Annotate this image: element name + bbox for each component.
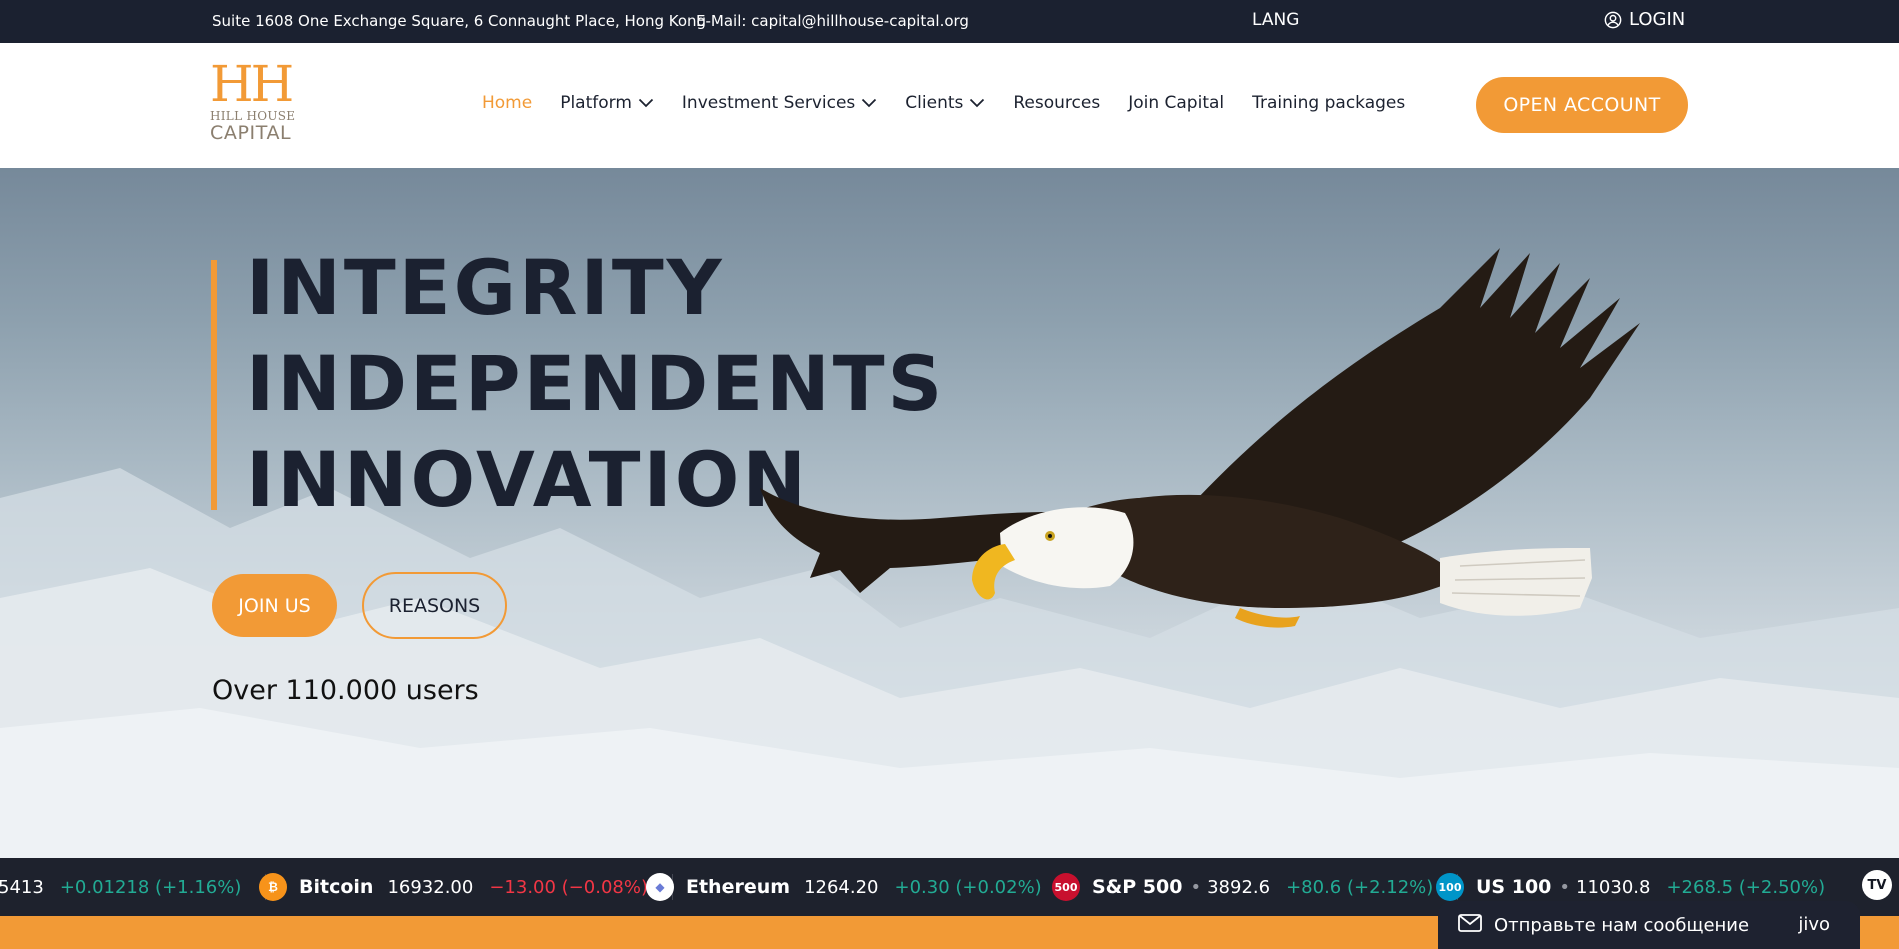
ticker-price: 16932.00 [387,876,474,898]
nav-item-platform[interactable]: Platform [560,93,654,113]
nav-item-investment-services[interactable]: Investment Services [682,93,877,113]
ticker-price: 11030.8 [1576,876,1651,898]
open-account-button[interactable]: OPEN ACCOUNT [1476,77,1688,133]
headline-accent-bar [211,260,217,510]
ticker-dot: • [1559,876,1571,898]
chat-message-text: Отправьте нам сообщение [1494,914,1750,936]
ticker-item[interactable]: ◆ Ethereum 1264.20 +0.30 (+0.02%) [646,858,1067,916]
address-text: Suite 1608 One Exchange Square, 6 Connau… [212,12,707,30]
logo-line-2: CAPITAL [210,122,292,144]
chevron-down-icon [861,98,877,108]
nav-item-join-capital[interactable]: Join Capital [1128,93,1224,113]
nav-label: Resources [1013,93,1101,113]
site-header: HH HILL HOUSE CAPITAL Home Platform Inve… [0,43,1899,168]
email-text[interactable]: E-Mail: capital@hillhouse-capital.org [696,12,969,30]
headline-line-1: INTEGRITY [246,243,725,332]
users-count-text: Over 110.000 users [212,675,479,706]
chat-brand: jivo [1798,914,1830,935]
user-circle-icon [1604,11,1622,29]
nav-label: Training packages [1252,93,1406,113]
ticker-item[interactable]: ₿ Bitcoin 16932.00 −13.00 (−0.08%) [259,858,673,916]
tradingview-logo-icon[interactable]: TV [1862,870,1892,900]
logo-monogram: HH [210,55,294,113]
ticker-name: Bitcoin [299,876,374,898]
chat-widget[interactable]: Отправьте нам сообщение jivo [1438,901,1860,949]
ticker-name: US 100 [1476,876,1552,898]
ticker-dot: • [1190,876,1202,898]
nav-item-resources[interactable]: Resources [1013,93,1100,113]
top-info-bar: Suite 1608 One Exchange Square, 6 Connau… [0,0,1899,43]
ticker-name: S&P 500 [1092,876,1183,898]
envelope-icon [1458,914,1482,936]
ticker-price: 1264.20 [804,876,879,898]
eagle-image [760,248,1640,628]
company-logo[interactable]: HH HILL HOUSE CAPITAL [210,59,300,143]
ethereum-icon: ◆ [646,873,674,901]
nav-label: Join Capital [1128,93,1225,113]
chevron-down-icon [969,98,985,108]
ticker-change: +268.5 (+2.50%) [1666,876,1826,898]
join-us-button[interactable]: JOIN US [212,574,337,637]
headline-line-3: INNOVATION [246,435,809,524]
ticker-change: +80.6 (+2.12%) [1286,876,1434,898]
reasons-button[interactable]: REASONS [362,572,507,639]
language-selector[interactable]: LANG [1252,10,1299,30]
ticker-change: +0.30 (+0.02%) [894,876,1042,898]
chevron-down-icon [638,98,654,108]
nav-item-home[interactable]: Home [482,93,532,113]
hero-section: INTEGRITY INDEPENDENTS INNOVATION JOIN U… [0,168,1899,858]
nav-label: Investment Services [681,93,856,113]
nav-item-clients[interactable]: Clients [905,93,985,113]
ticker-item[interactable]: 500 S&P 500 • 3892.6 +80.6 (+2.12%) [1052,858,1459,916]
nav-label: Home [482,93,533,113]
ticker-price: 3892.6 [1207,876,1271,898]
ticker-name: Ethereum [686,876,791,898]
main-nav: Home Platform Investment Services Client… [482,93,1433,113]
ticker-change: +0.01218 (+1.16%) [59,876,242,898]
ticker-price: 5413 [0,876,44,898]
nav-label: Platform [560,93,632,113]
bitcoin-icon: ₿ [259,873,287,901]
login-label: LOGIN [1629,9,1686,30]
sp500-icon: 500 [1052,873,1080,901]
login-link[interactable]: LOGIN [1604,9,1685,30]
nav-item-training-packages[interactable]: Training packages [1252,93,1405,113]
us100-icon: 100 [1436,873,1464,901]
ticker-change: −13.00 (−0.08%) [489,876,648,898]
ticker-item[interactable]: 5413 +0.01218 (+1.16%) [0,858,267,916]
nav-label: Clients [905,93,964,113]
